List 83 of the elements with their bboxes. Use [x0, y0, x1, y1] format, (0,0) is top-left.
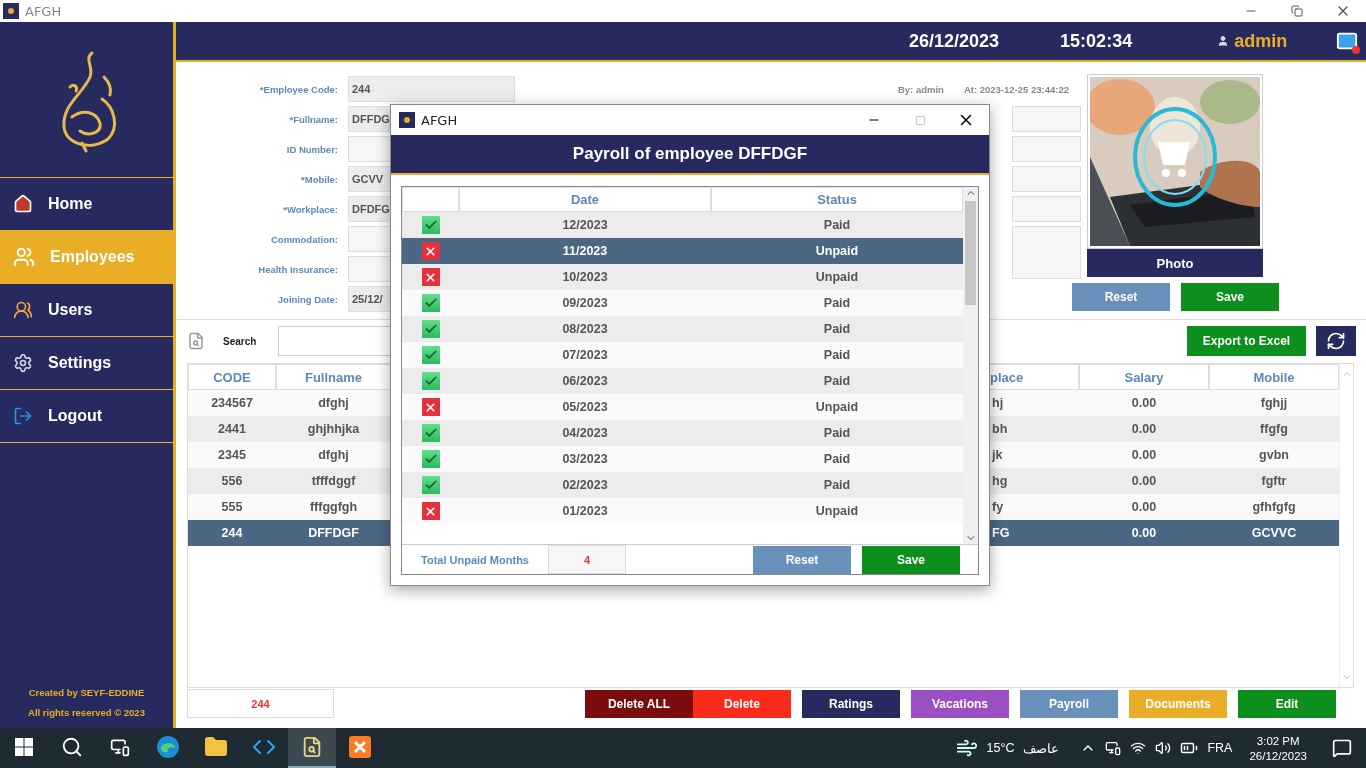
table-cell-text: 02/2023 [561, 477, 609, 494]
table-cell-text: Paid [822, 477, 852, 494]
table-cell-text: gfhfgfg [1251, 499, 1297, 516]
table-cell-text: 0.00 [1130, 395, 1158, 412]
table-cell-text: 2441 [217, 421, 247, 438]
count-field: 244 [187, 689, 334, 718]
table-cell-text: Paid [822, 451, 852, 468]
table-cell-text: 0.00 [1130, 447, 1158, 464]
table-cell-text: 05/2023 [561, 399, 609, 416]
table-cell-text: 11/2023 [561, 243, 609, 260]
table-cell-text: 556 [220, 473, 244, 490]
total-label: Total Unpaid Months [420, 553, 530, 566]
table-cell-text: 244 [220, 525, 244, 542]
table-cell-text: Paid [822, 373, 852, 390]
table-cell-text: bh [991, 421, 1009, 438]
table-cell-text: Paid [822, 347, 852, 364]
table-cell-text: 07/2023 [561, 347, 609, 364]
field-label: *Fullname: [288, 113, 338, 125]
field-label: *Mobile: [300, 173, 338, 185]
table-cell-text: fy [991, 499, 1005, 516]
total-field: 4 [548, 545, 626, 574]
dialog-title: AFGH [421, 112, 459, 128]
table-cell-text: 0.00 [1130, 525, 1158, 542]
table-cell-text: 0.00 [1130, 473, 1158, 490]
table-cell-text: hj [991, 395, 1005, 412]
field-label: Health Insurance: [257, 263, 338, 275]
column-header: Mobile [1209, 364, 1339, 390]
created-at-text: At: 2023-12-25 23:44:22 [963, 83, 1069, 95]
table-cell-text: Paid [822, 321, 852, 338]
table-cell-text: 09/2023 [561, 295, 609, 312]
table-cell-text: Unpaid [814, 399, 860, 416]
table-cell-text: Paid [822, 425, 852, 442]
table-cell-text: 12/2023 [561, 217, 609, 234]
table-cell-text: tfffdggf [310, 473, 357, 490]
table-cell-text: 08/2023 [561, 321, 609, 338]
search-label: Search [223, 335, 257, 347]
table-cell-text: fgftr [1260, 473, 1288, 490]
table-cell-text: 04/2023 [561, 425, 609, 442]
table-cell-text: DFFDGF [307, 525, 360, 542]
column-header: CODE [188, 364, 276, 390]
table-cell-text: dfghj [317, 447, 350, 464]
field-label: Commodation: [269, 233, 338, 245]
column-header: Date [459, 187, 711, 212]
table-cell-text: FG [991, 525, 1011, 542]
footer-text: Created by SEYF-EDDINE [28, 687, 145, 698]
table-cell-text: gvbn [1258, 447, 1290, 464]
field-label: *Workplace: [282, 203, 338, 215]
table-cell-text: fghjj [1259, 395, 1289, 412]
column-header: Status [711, 187, 963, 212]
date-text: 26/12/2023 [909, 30, 1000, 52]
table-cell-text: Unpaid [814, 243, 860, 260]
table-cell-text: jk [990, 447, 1004, 464]
table-cell-text: 03/2023 [561, 451, 609, 468]
dialog-heading: Payroll of employee DFFDGF [572, 144, 808, 164]
field-label: Joining Date: [276, 293, 338, 305]
table-cell-text: Unpaid [814, 503, 860, 520]
column-header: Salary [1079, 364, 1209, 390]
field-label: *Employee Code: [258, 83, 338, 95]
table-cell-text: fffggfgh [308, 499, 359, 516]
table-cell-text: Paid [822, 295, 852, 312]
table-cell-text: 234567 [210, 395, 254, 412]
table-cell-text: hg [991, 473, 1009, 490]
table-cell-text: 0.00 [1130, 499, 1158, 516]
table-cell-text: dfghj [317, 395, 350, 412]
footer-text: All rights reserved © 2023 [28, 707, 145, 718]
window-title: AFGH [25, 3, 63, 19]
table-cell-text: Paid [822, 217, 852, 234]
table-cell-text: GCVVC [1250, 525, 1298, 542]
table-cell-text: 2345 [217, 447, 247, 464]
field-label: ID Number: [285, 143, 338, 155]
table-cell-text: 555 [220, 499, 244, 516]
created-by-text: By: admin [897, 83, 944, 95]
user-name: admin [1217, 30, 1288, 52]
table-cell-text: 06/2023 [561, 373, 609, 390]
table-cell-text: ghjhhjka [306, 421, 361, 438]
table-cell-text: 0.00 [1130, 421, 1158, 438]
time-text: 15:02:34 [1060, 30, 1133, 52]
temperature-text: 15°C [986, 741, 1015, 755]
weather-text: عاصف [1023, 740, 1060, 756]
table-cell-text: 10/2023 [561, 269, 609, 286]
table-cell-text: ffgfg [1259, 421, 1289, 438]
table-cell-text: 01/2023 [561, 503, 609, 520]
table-cell-text: Unpaid [814, 269, 860, 286]
